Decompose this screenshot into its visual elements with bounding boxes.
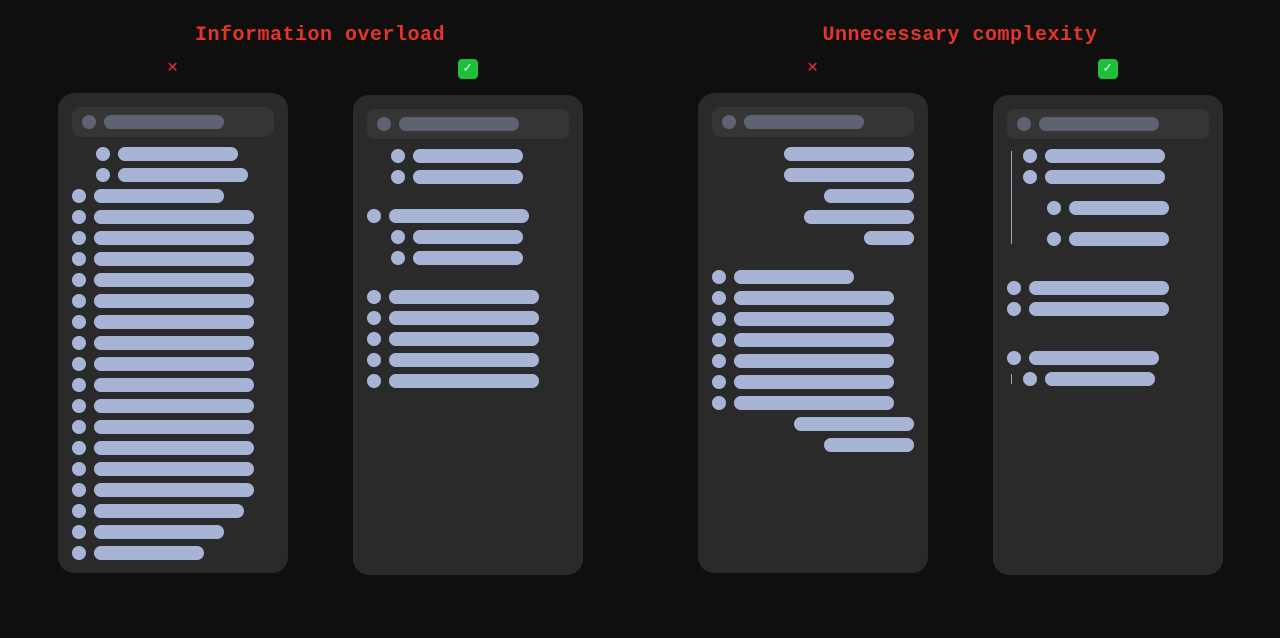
header-bar	[399, 117, 519, 131]
panel-good-overload	[353, 95, 583, 575]
thread-group	[1007, 372, 1209, 386]
col-good: ✓	[335, 59, 600, 575]
panel-good-complexity	[993, 95, 1223, 575]
check-icon: ✓	[1098, 59, 1118, 79]
col-bad: ✕	[680, 59, 945, 575]
avatar-dot	[377, 117, 391, 131]
avatar-dot	[82, 115, 96, 129]
panel-bad-overload	[58, 93, 288, 573]
panel-header	[1007, 109, 1209, 139]
section-complexity: Unnecessary complexity ✕	[680, 24, 1240, 608]
panel-pair: ✕	[680, 59, 1240, 575]
avatar-dot	[1017, 117, 1031, 131]
panel-bad-complexity	[698, 93, 928, 573]
cross-icon: ✕	[167, 59, 178, 77]
header-bar	[1039, 117, 1159, 131]
section-title: Information overload	[195, 24, 445, 47]
col-good: ✓	[975, 59, 1240, 575]
diagram-canvas: Information overload ✕	[0, 0, 1280, 638]
cross-icon: ✕	[807, 59, 818, 77]
panel-header	[712, 107, 914, 137]
avatar-dot	[722, 115, 736, 129]
thread-group	[1007, 149, 1209, 246]
panel-header	[72, 107, 274, 137]
panel-pair: ✕	[40, 59, 600, 575]
panel-header	[367, 109, 569, 139]
header-bar	[104, 115, 224, 129]
section-info-overload: Information overload ✕	[40, 24, 600, 608]
check-icon: ✓	[458, 59, 478, 79]
col-bad: ✕	[40, 59, 305, 575]
header-bar	[744, 115, 864, 129]
section-title: Unnecessary complexity	[822, 24, 1097, 47]
